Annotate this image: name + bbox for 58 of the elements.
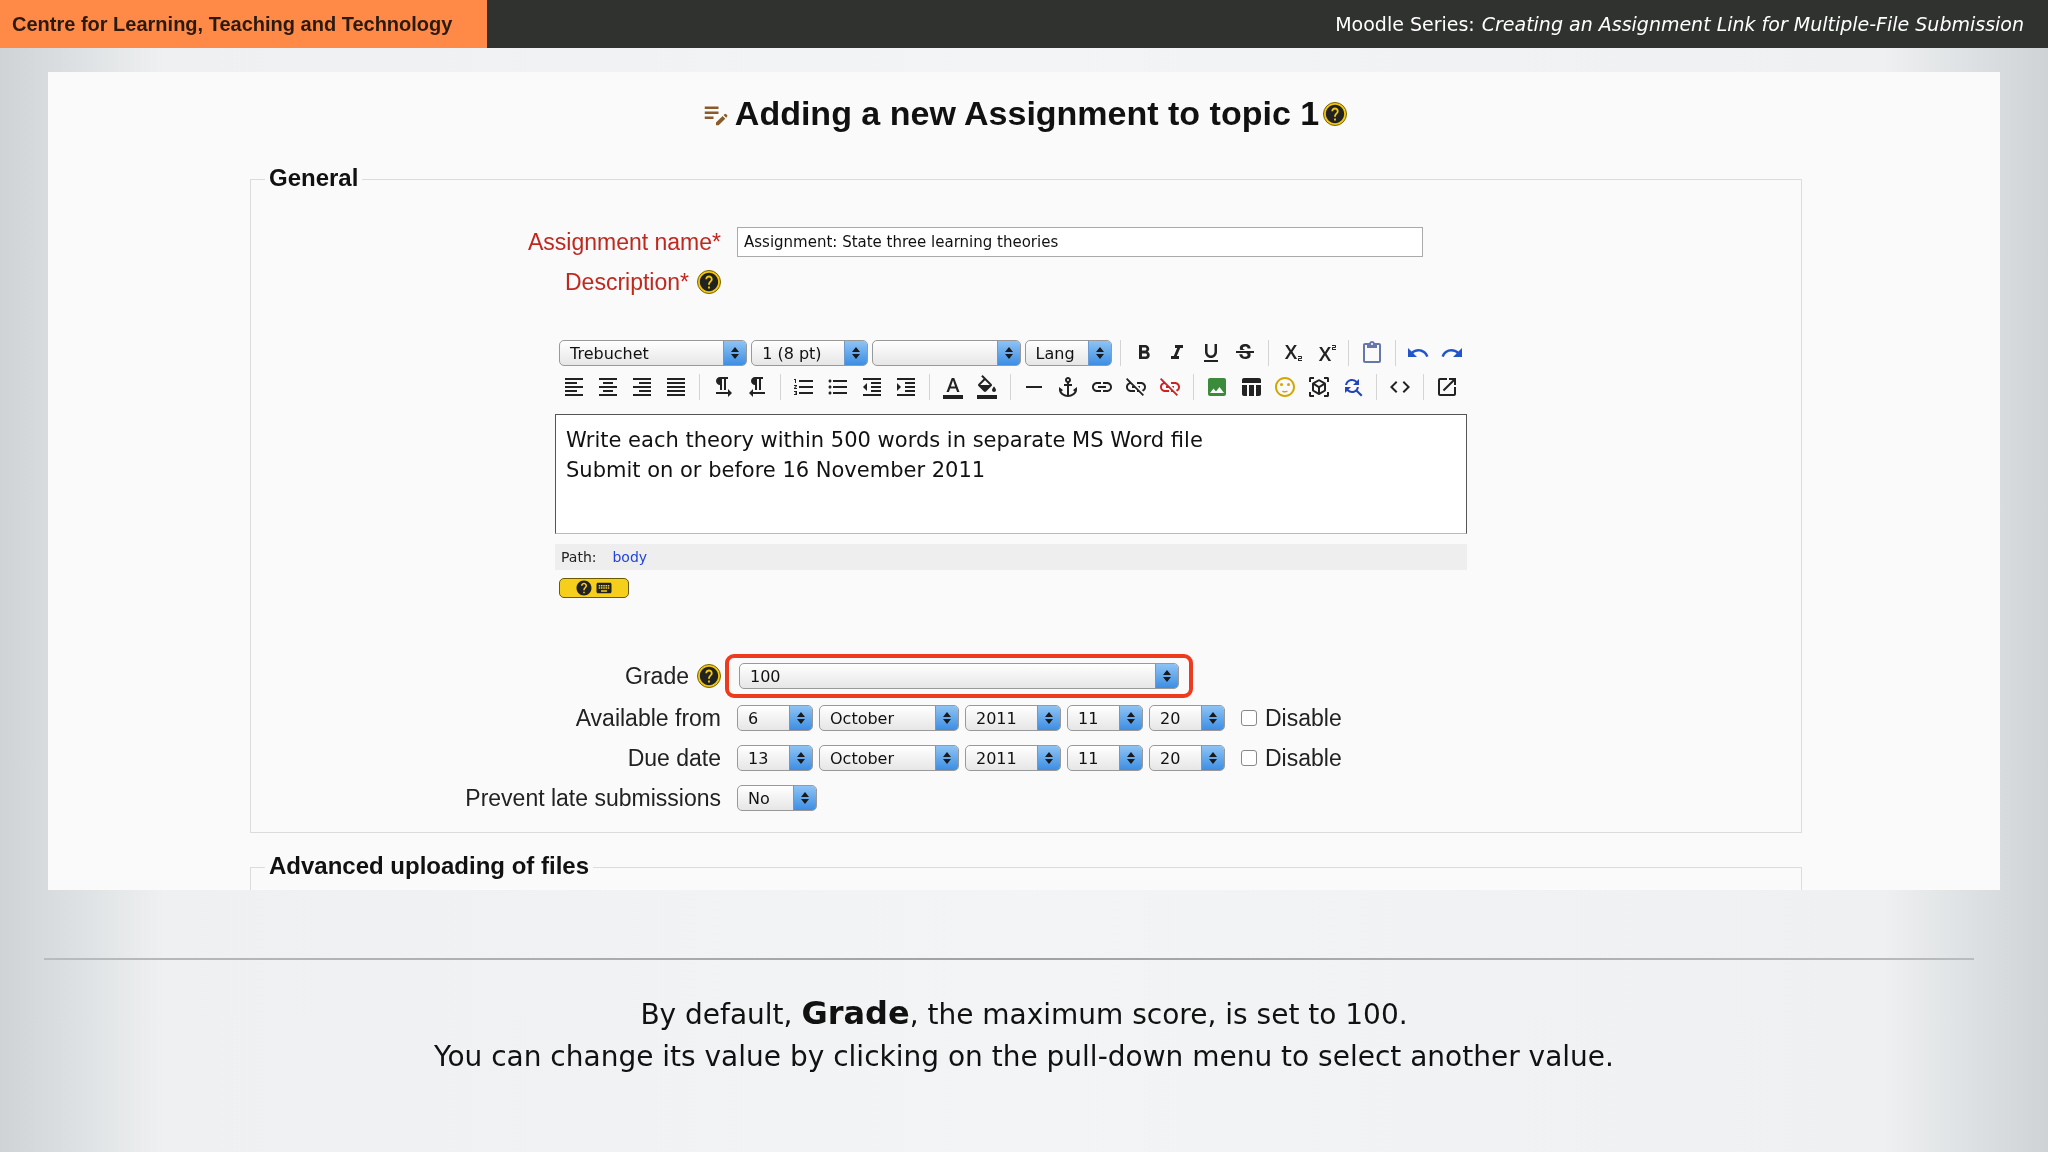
- stepper-arrows-icon: [1044, 710, 1054, 726]
- caption-text: By default, Grade, the maximum score, is set to 100.: [640, 994, 1408, 1032]
- path-label: Path:: [561, 549, 597, 565]
- format-select[interactable]: [872, 340, 1021, 366]
- grade-select[interactable]: 100: [739, 663, 1179, 689]
- field-label: Available from: [575, 704, 721, 732]
- keyboard-help-icon[interactable]: [559, 578, 629, 598]
- disable-checkbox[interactable]: [1241, 710, 1257, 726]
- series-title: Creating an Assignment Link for Multiple-File Submission: [1481, 13, 2024, 35]
- description-editor[interactable]: Write each theory within 500 words in separate MS Word file Submit on or before 16 November 2011: [555, 414, 1467, 534]
- disable-checkbox[interactable]: [1241, 750, 1257, 766]
- minute-select[interactable]: 20: [1149, 745, 1225, 771]
- stepper-arrows-icon: [1094, 345, 1105, 361]
- page-title: Adding a new Assignment to topic 1: [734, 94, 1320, 133]
- day-select[interactable]: 13: [737, 745, 813, 771]
- stepper-arrows-icon: [1126, 750, 1136, 766]
- checkbox-label: Disable: [1265, 704, 1342, 732]
- checkbox-label: Disable: [1265, 744, 1342, 772]
- month-select[interactable]: October: [819, 745, 959, 771]
- stepper-arrows-icon: [1208, 710, 1218, 726]
- caption-text: You can change its value by clicking on the pull-down menu to select another value.: [434, 1040, 1614, 1073]
- lang-select[interactable]: Lang: [1024, 340, 1112, 366]
- field-label: Description*: [565, 268, 689, 296]
- editor-line: Submit on or before 16 November 2011: [566, 457, 987, 484]
- help-icon[interactable]: [697, 270, 721, 294]
- editor-line: Write each theory within 500 words in separate MS Word file: [566, 427, 1204, 454]
- stepper-arrows-icon: [1044, 750, 1054, 766]
- help-icon[interactable]: [1323, 101, 1348, 126]
- field-label: Prevent late submissions: [465, 784, 721, 812]
- assignment-name-field[interactable]: Assignment: State three learning theories: [737, 227, 1423, 257]
- organization-title: Centre for Learning, Teaching and Technology: [0, 0, 487, 48]
- size-select[interactable]: 1 (8 pt): [751, 340, 868, 366]
- field-label: Due date: [627, 744, 721, 772]
- year-select[interactable]: 2011: [965, 745, 1061, 771]
- year-select[interactable]: 2011: [965, 705, 1061, 731]
- stepper-arrows-icon: [800, 790, 810, 806]
- stepper-arrows-icon: [1003, 345, 1014, 361]
- day-select[interactable]: 6: [737, 705, 813, 731]
- hour-select[interactable]: 11: [1067, 705, 1143, 731]
- hour-select[interactable]: 11: [1067, 745, 1143, 771]
- stepper-arrows-icon: [730, 345, 741, 361]
- stepper-arrows-icon: [1208, 750, 1218, 766]
- month-select[interactable]: October: [819, 705, 959, 731]
- minute-select[interactable]: 20: [1149, 705, 1225, 731]
- stepper-arrows-icon: [942, 710, 952, 726]
- stepper-arrows-icon: [1162, 668, 1172, 684]
- stepper-arrows-icon: [796, 750, 806, 766]
- field-label: Assignment name*: [527, 228, 721, 256]
- stepper-arrows-icon: [796, 710, 806, 726]
- path-link[interactable]: body: [612, 549, 648, 565]
- help-icon[interactable]: [697, 664, 721, 688]
- font-select[interactable]: Trebuchet: [559, 340, 748, 366]
- series-label: Moodle Series:: [1335, 13, 1475, 35]
- stepper-arrows-icon: [851, 345, 861, 361]
- prevent-late-select[interactable]: No: [737, 785, 817, 811]
- field-label: Grade: [625, 662, 689, 690]
- stepper-arrows-icon: [942, 750, 952, 766]
- stepper-arrows-icon: [1126, 710, 1136, 726]
